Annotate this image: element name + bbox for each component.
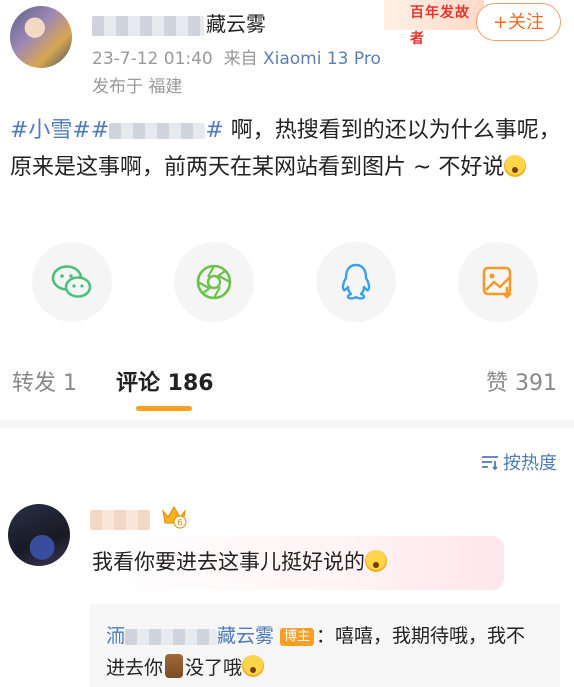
share-qq-button[interactable] bbox=[316, 242, 396, 322]
svg-text:6: 6 bbox=[177, 519, 183, 529]
promo-banner[interactable]: 百年发故者 bbox=[384, 0, 484, 47]
wood-emoji-icon bbox=[165, 654, 184, 678]
share-wechat-button[interactable] bbox=[32, 242, 112, 322]
author-badge: 博主 bbox=[280, 627, 315, 646]
tab-comments[interactable]: 评论 186 bbox=[116, 365, 214, 397]
qq-icon bbox=[341, 263, 371, 300]
sort-by-hot-button[interactable]: 按热度 bbox=[480, 449, 557, 475]
post-date: 23-7-12 01:40 bbox=[92, 49, 213, 69]
tab-reposts[interactable]: 转发 1 bbox=[12, 365, 77, 397]
active-tab-indicator bbox=[136, 406, 192, 411]
tab-likes[interactable]: 赞 391 bbox=[486, 365, 557, 397]
blurred-reply-name bbox=[125, 628, 218, 645]
wechat-icon bbox=[51, 265, 92, 298]
device-link[interactable]: Xiaomi 13 Pro bbox=[263, 49, 381, 69]
section-divider bbox=[0, 420, 574, 428]
save-image-icon bbox=[482, 266, 512, 299]
moments-icon bbox=[196, 264, 232, 300]
commenter-name-blurred[interactable] bbox=[90, 510, 150, 530]
reply-box[interactable]: 洏藏云雾 博主 ：嘻嘻，我期待哦，我不进去你 没了哦 bbox=[90, 604, 560, 687]
blurred-name bbox=[92, 15, 204, 36]
author-avatar[interactable] bbox=[10, 6, 72, 68]
commenter-avatar[interactable] bbox=[8, 504, 70, 566]
blurred-tag bbox=[109, 123, 206, 139]
post-text: #小雪## # 啊，热搜看到的还以为什么事呢，原来是这事啊，前两天在某网站看到图片… bbox=[10, 112, 566, 186]
source-prefix: 来自 bbox=[223, 49, 258, 69]
sort-icon bbox=[482, 456, 498, 471]
crying-emoji-icon bbox=[365, 550, 387, 572]
author-name[interactable]: 藏云雾 bbox=[92, 8, 266, 37]
surprised-emoji-icon bbox=[242, 655, 265, 677]
post-meta: 23-7-12 01:40 来自 Xiaomi 13 Pro bbox=[92, 44, 381, 69]
reply-author[interactable]: 洏藏云雾 bbox=[106, 625, 274, 647]
save-image-button[interactable] bbox=[458, 242, 538, 322]
post-location: 发布于 福建 bbox=[92, 77, 183, 97]
topic-tag-blurred[interactable]: # # bbox=[91, 118, 224, 143]
reply-text: 洏藏云雾 博主 ：嘻嘻，我期待哦，我不进去你 没了哦 bbox=[106, 625, 526, 679]
surprised-emoji-icon bbox=[504, 155, 527, 177]
share-moments-button[interactable] bbox=[174, 242, 254, 322]
comment-text: 我看你要进去这事儿挺好说的 bbox=[92, 546, 387, 576]
topic-tag-xiaoxue[interactable]: #小雪# bbox=[10, 118, 91, 143]
follow-button[interactable]: +关注 bbox=[476, 3, 561, 41]
vip-crown-icon: 6 bbox=[160, 503, 188, 533]
